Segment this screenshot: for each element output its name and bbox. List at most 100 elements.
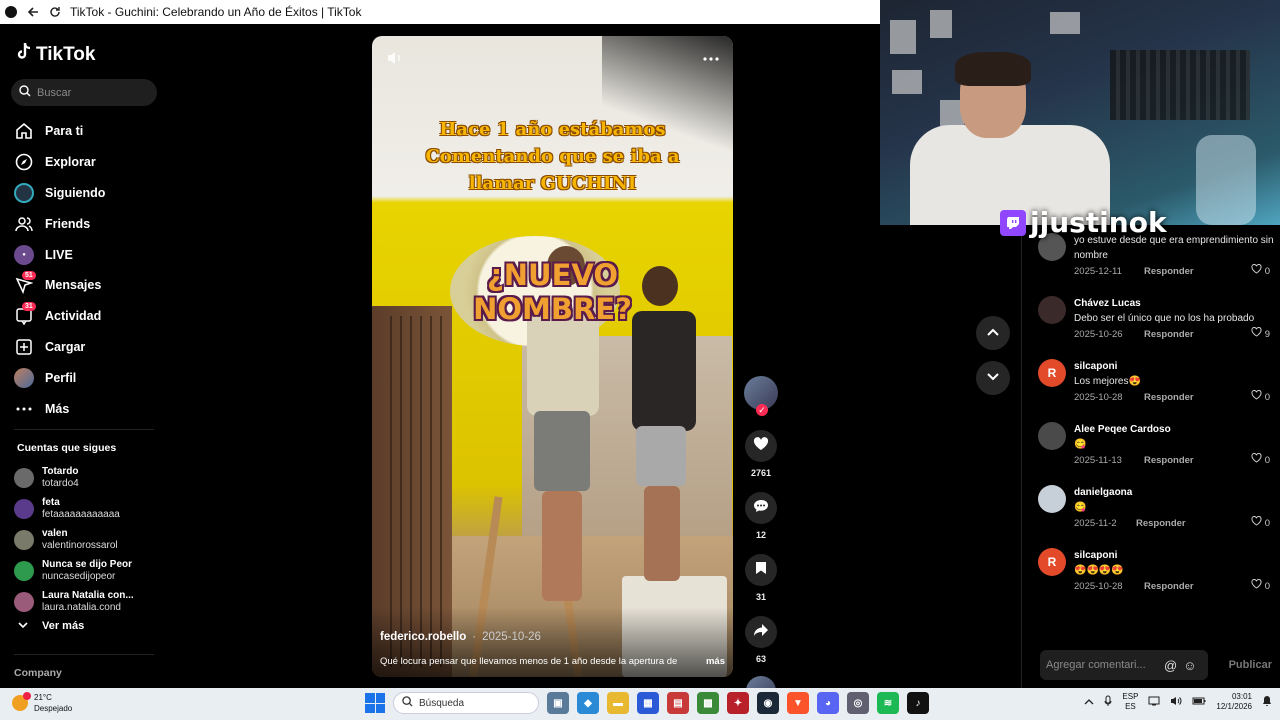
reply-button[interactable]: Responder [1144,390,1194,405]
tiktok-app-icon[interactable]: ♪ [907,692,929,714]
clock[interactable]: 03:01 12/1/2026 [1216,692,1252,712]
app-icon[interactable]: ✦ [727,692,749,714]
comment-avatar[interactable] [1038,422,1066,450]
more-options-icon[interactable] [703,46,719,67]
author-avatar[interactable]: ✓ [744,376,778,416]
next-video-button[interactable] [976,361,1010,395]
comment-user[interactable]: silcaponi [1074,359,1278,374]
previous-video-button[interactable] [976,316,1010,350]
comment-like-button[interactable]: 0 [1251,516,1278,531]
search-input[interactable] [37,86,147,99]
comment-user[interactable]: silcaponi [1074,548,1278,563]
video-player[interactable]: Hace 1 año estábamos Comentando que se i… [372,36,733,677]
reply-button[interactable]: Responder [1144,579,1194,594]
comment-user[interactable]: Chávez Lucas [1074,296,1278,311]
nav-item-perfil[interactable]: Perfil [14,362,164,393]
following-item[interactable]: feta fetaaaaaaaaaaaa [14,493,164,524]
network-icon[interactable] [1148,696,1160,708]
logo-text: TikTok [36,43,96,65]
following-item[interactable]: valen valentinorossarol [14,524,164,555]
comment-like-button[interactable]: 0 [1251,579,1278,594]
webcam-poster [890,20,916,54]
battery-icon[interactable] [1192,697,1206,707]
comment-like-button[interactable]: 0 [1251,390,1278,405]
comment-date: 2025-11-2 [1074,518,1117,529]
nav-item-cargar[interactable]: Cargar [14,332,164,363]
notification-bell-icon[interactable] [1262,695,1272,709]
like-button[interactable] [745,430,777,462]
emoji-icon[interactable]: ☺ [1183,658,1196,673]
nav-item-live[interactable]: ● LIVE [14,239,164,270]
following-item[interactable]: Totardo totardo4 [14,462,164,493]
steam-app-icon[interactable]: ◉ [757,692,779,714]
main-nav: Para ti Explorar Siguiendo Friends ● LIV… [14,116,164,424]
caption-more-link[interactable]: más [706,656,725,667]
comment-avatar[interactable]: R [1038,548,1066,576]
following-item[interactable]: Nunca se dijo Peor nuncasedijopeor [14,555,164,586]
video-author[interactable]: federico.robello [380,631,466,643]
nav-item-actividad[interactable]: 31 Actividad [14,301,164,332]
tiktok-logo[interactable]: TikTok [16,42,95,67]
avatar [14,529,34,550]
comment-avatar[interactable] [1038,296,1066,324]
comment-count: 12 [755,530,766,540]
search-box[interactable] [11,79,157,106]
follow-check-icon[interactable]: ✓ [756,404,768,416]
lang-bottom: ES [1125,702,1136,711]
reply-button[interactable]: Responder [1136,516,1186,531]
comment-user[interactable]: Alee Peqee Cardoso [1074,422,1278,437]
comment-date: 2025-11-13 [1074,455,1122,466]
following-item[interactable]: Laura Natalia con... laura.natalia.cond [14,586,164,617]
chevron-up-icon[interactable] [1084,698,1094,707]
see-more-button[interactable]: Ver más [18,620,84,632]
taskbar-search[interactable]: Búsqueda [393,692,539,714]
weather-widget[interactable]: 21°C Despejado [12,692,72,714]
system-tray: ESP ES 03:01 12/1/2026 [1084,692,1272,712]
company-link[interactable]: Company [14,667,62,679]
streamer-name-overlay: jjustinok [1000,206,1167,239]
comment-avatar[interactable]: R [1038,359,1066,387]
file-explorer-icon[interactable]: ▬ [607,692,629,714]
action-bar: ✓ 2761 12 31 63 [742,376,780,706]
webcam-shelf [1110,50,1250,120]
volume-icon[interactable] [386,50,404,71]
brave-browser-icon[interactable]: ▼ [787,692,809,714]
comment-like-button[interactable]: 0 [1251,264,1278,279]
nav-item-mensajes[interactable]: 51 Mensajes [14,270,164,301]
app-icon[interactable]: ▤ [667,692,689,714]
discord-app-icon[interactable]: ◕ [817,692,839,714]
following-name: Laura Natalia con... [42,589,134,601]
save-button[interactable] [745,554,777,586]
volume-icon[interactable] [1170,696,1182,708]
language-indicator[interactable]: ESP ES [1122,692,1138,712]
photos-app-icon[interactable]: ▣ [547,692,569,714]
post-comment-button[interactable]: Publicar [1229,659,1272,671]
store-app-icon[interactable]: ▦ [637,692,659,714]
reply-button[interactable]: Responder [1144,264,1194,279]
mention-icon[interactable]: @ [1164,658,1177,673]
nav-item-siguiendo[interactable]: Siguiendo [14,178,164,209]
back-arrow-icon[interactable] [26,5,40,19]
comment-input[interactable] [1046,659,1164,671]
comment-avatar[interactable] [1038,485,1066,513]
comment-button[interactable] [745,492,777,524]
copilot-app-icon[interactable]: ◆ [577,692,599,714]
nav-item-friends[interactable]: Friends [14,208,164,239]
spotify-app-icon[interactable]: ≋ [877,692,899,714]
comment-like-button[interactable]: 0 [1251,453,1278,468]
nav-item-mas[interactable]: Más [14,393,164,424]
comment-like-button[interactable]: 9 [1251,327,1278,342]
share-button[interactable] [745,616,777,648]
reply-button[interactable]: Responder [1144,327,1194,342]
comment-input-box[interactable]: @ ☺ [1040,650,1208,680]
reply-button[interactable]: Responder [1144,453,1194,468]
app-icon[interactable]: ◎ [847,692,869,714]
reload-icon[interactable] [48,5,62,19]
nav-item-para-ti[interactable]: Para ti [14,116,164,147]
nav-item-explorar[interactable]: Explorar [14,147,164,178]
windows-start-icon[interactable] [365,693,385,713]
share-count: 63 [755,654,766,664]
game-app-icon[interactable]: ▩ [697,692,719,714]
comment-user[interactable]: danielgaona [1074,485,1278,500]
microphone-icon[interactable] [1104,695,1112,709]
